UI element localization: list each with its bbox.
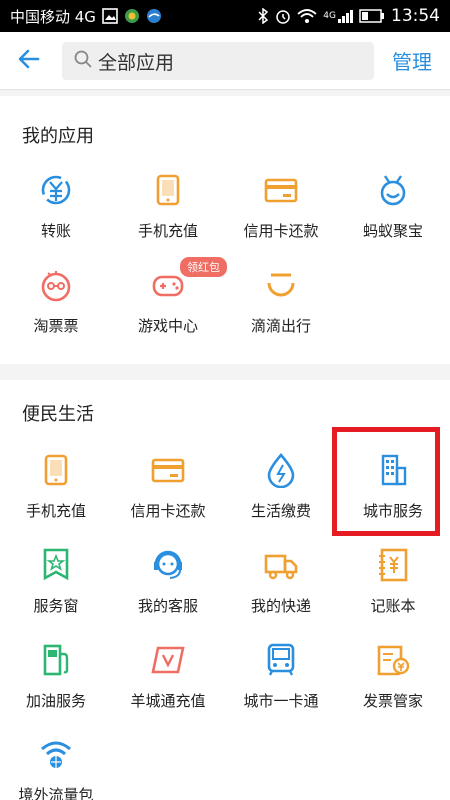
alarm-icon — [275, 8, 291, 24]
service-overseas-data[interactable]: 境外流量包 — [0, 736, 112, 800]
convenience-services-section: 便民生活 手机充值 信用卡还款 生活缴费 城市服务 服务窗 我的客服 我的快递 … — [0, 380, 450, 800]
search-input[interactable]: 全部应用 — [62, 42, 374, 80]
app-label: 手机充值 — [137, 222, 198, 240]
app-label: 滴滴出行 — [250, 317, 311, 335]
ant-fortune-icon — [375, 172, 411, 208]
service-fuel[interactable]: 加油服务 — [0, 642, 112, 732]
top-bar: 全部应用 管理 — [0, 32, 450, 90]
app-label: 蚂蚁聚宝 — [362, 222, 423, 240]
credit-card-icon — [263, 172, 299, 208]
red-packet-badge: 领红包 — [180, 257, 227, 277]
image-notification-icon — [102, 8, 118, 24]
service-label: 生活缴费 — [250, 502, 311, 520]
service-credit-card[interactable]: 信用卡还款 — [112, 452, 224, 542]
app-label: 游戏中心 — [137, 317, 198, 335]
app-phone-recharge[interactable]: 手机充值 — [112, 172, 224, 262]
transfer-icon — [38, 172, 74, 208]
clock: 13:54 — [391, 6, 440, 26]
app-label: 信用卡还款 — [243, 222, 319, 240]
app-transfer[interactable]: 转账 — [0, 172, 112, 262]
service-label: 羊城通充值 — [130, 692, 206, 710]
service-city-card[interactable]: 城市一卡通 — [225, 642, 337, 732]
service-city[interactable]: 城市服务 — [337, 452, 449, 542]
arrow-left-icon — [17, 47, 41, 75]
service-label: 我的客服 — [137, 597, 198, 615]
app-notification-icon — [124, 8, 140, 24]
service-invoice[interactable]: 发票管家 — [337, 642, 449, 732]
utility-drop-icon — [263, 452, 299, 488]
building-icon — [375, 452, 411, 488]
manage-button[interactable]: 管理 — [392, 46, 432, 75]
status-bar: 中国移动 4G 4G 13:54 — [0, 0, 450, 32]
fuel-pump-icon — [38, 642, 74, 678]
service-utility[interactable]: 生活缴费 — [225, 452, 337, 542]
carrier-label: 中国移动 4G — [10, 7, 96, 26]
app-ant-fortune[interactable]: 蚂蚁聚宝 — [337, 172, 449, 262]
bluetooth-icon — [257, 8, 269, 24]
search-icon — [74, 50, 92, 72]
yct-card-icon — [150, 642, 186, 678]
service-label: 服务窗 — [33, 597, 79, 615]
service-yct-recharge[interactable]: 羊城通充值 — [112, 642, 224, 732]
service-customer-support[interactable]: 我的客服 — [112, 547, 224, 637]
back-button[interactable] — [0, 32, 58, 90]
service-label: 我的快递 — [250, 597, 311, 615]
service-delivery[interactable]: 我的快递 — [225, 547, 337, 637]
movie-ticket-icon — [38, 267, 74, 303]
signal-icon: 4G — [323, 8, 353, 24]
service-window-icon — [38, 547, 74, 583]
battery-icon — [359, 9, 385, 23]
ledger-icon — [375, 547, 411, 583]
app-credit-card[interactable]: 信用卡还款 — [225, 172, 337, 262]
bus-card-icon — [263, 642, 299, 678]
app-game-center[interactable]: 游戏中心 领红包 — [112, 257, 227, 357]
customer-service-icon — [150, 547, 186, 583]
service-label: 城市一卡通 — [243, 692, 319, 710]
operator-logo-icon — [146, 8, 162, 24]
service-label: 境外流量包 — [18, 786, 94, 800]
service-label: 信用卡还款 — [130, 502, 206, 520]
invoice-icon — [375, 642, 411, 678]
network-type-label: 4G — [323, 11, 336, 21]
app-label: 转账 — [40, 222, 71, 240]
service-label: 城市服务 — [362, 502, 423, 520]
phone-icon — [38, 452, 74, 488]
service-phone-recharge[interactable]: 手机充值 — [0, 452, 112, 542]
credit-card-icon — [150, 452, 186, 488]
delivery-truck-icon — [263, 547, 299, 583]
app-label: 淘票票 — [33, 317, 79, 335]
app-didi[interactable]: 滴滴出行 — [225, 267, 337, 357]
my-apps-section: 我的应用 转账 手机充值 信用卡还款 蚂蚁聚宝 淘票票 游戏中心 领红包 滴滴出… — [0, 96, 450, 364]
search-text: 全部应用 — [98, 51, 175, 74]
wifi-icon — [297, 8, 317, 24]
section-title: 我的应用 — [22, 126, 94, 147]
phone-icon — [150, 172, 186, 208]
service-label: 发票管家 — [362, 692, 423, 710]
service-label: 记账本 — [370, 597, 416, 615]
wifi-globe-icon — [38, 736, 74, 772]
section-title: 便民生活 — [22, 404, 94, 425]
service-label: 加油服务 — [25, 692, 86, 710]
didi-icon — [263, 267, 299, 303]
service-window[interactable]: 服务窗 — [0, 547, 112, 637]
service-label: 手机充值 — [25, 502, 86, 520]
service-ledger[interactable]: 记账本 — [337, 547, 449, 637]
app-movie-ticket[interactable]: 淘票票 — [0, 267, 112, 357]
